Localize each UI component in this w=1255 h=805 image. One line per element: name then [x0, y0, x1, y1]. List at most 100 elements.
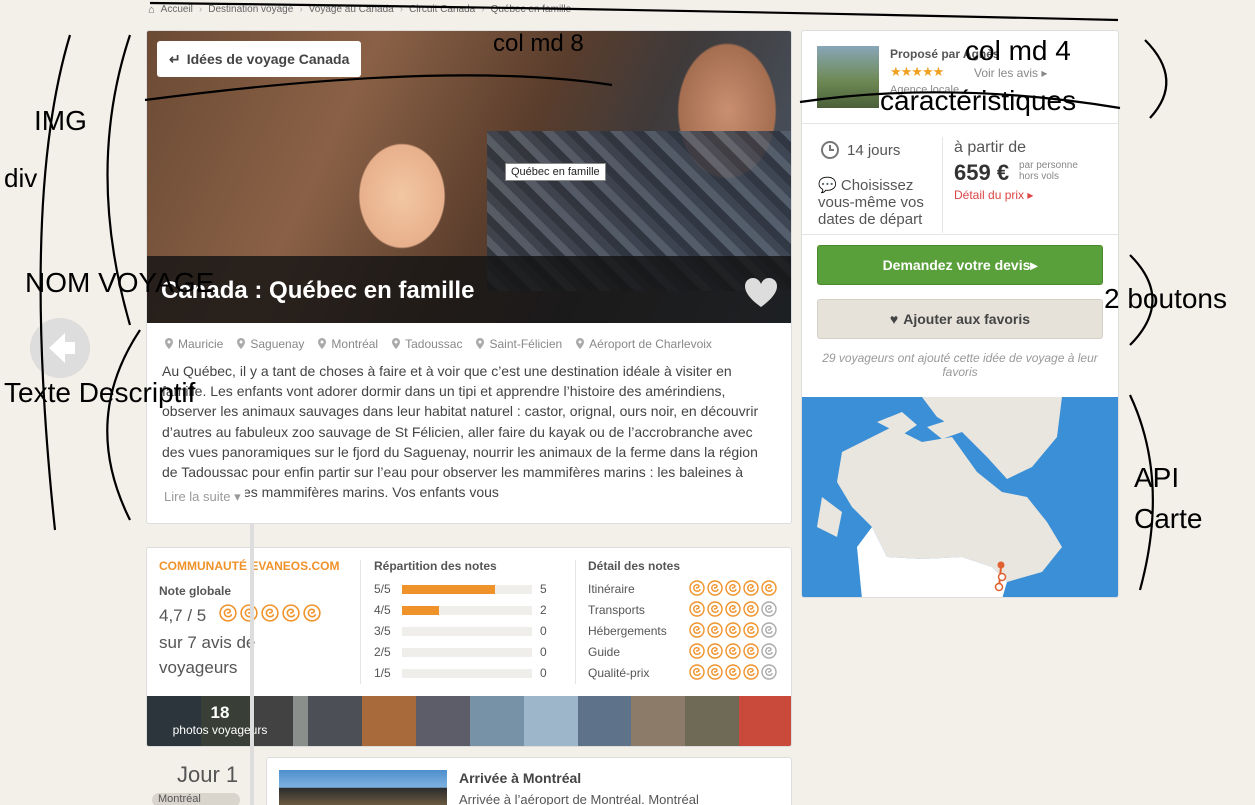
map-canvas[interactable]	[802, 397, 1119, 598]
breadcrumb-item[interactable]: Destination voyage	[208, 4, 293, 16]
favorites-count-note: 29 voyageurs ont ajouté cette idée de vo…	[822, 351, 1098, 379]
breadcrumb-item[interactable]: Voyage au Canada	[309, 4, 394, 16]
global-rating-icons	[219, 604, 321, 622]
map-pin-icon	[165, 338, 173, 349]
itinerary-timeline	[250, 524, 254, 805]
rating-filled-icon	[725, 622, 741, 638]
place-item[interactable]: Saint-Félicien	[476, 337, 562, 351]
map-marker	[997, 572, 1007, 582]
detail-label: Qualité-prix	[588, 666, 650, 680]
rating-filled-icon	[240, 604, 258, 622]
annotation-col-md-8: col md 8	[493, 30, 584, 57]
distribution-bar-track	[402, 627, 532, 636]
rating-filled-icon	[689, 622, 705, 638]
detail-row: Hébergements	[588, 621, 788, 642]
detail-label: Guide	[588, 645, 621, 659]
distribution-label: 3/5	[374, 624, 391, 638]
return-arrow-icon: ↵	[169, 50, 181, 67]
distribution-count: 0	[540, 645, 547, 659]
day-label: Jour 1	[177, 762, 239, 787]
annotation-2-boutons: 2 boutons	[1104, 283, 1227, 314]
distribution-count: 2	[540, 603, 547, 617]
back-button-label: Idées de voyage Canada	[186, 51, 350, 67]
breadcrumb-item[interactable]: Circuit Canada	[409, 4, 475, 16]
annotation-col-md-4: col md 4	[965, 35, 1071, 66]
map-pin-icon	[576, 338, 585, 349]
previous-arrow-icon[interactable]	[29, 317, 91, 379]
chevron-right-icon: ›	[399, 4, 404, 15]
distribution-row: 4/5 2	[374, 600, 549, 621]
distribution-count: 0	[540, 666, 547, 680]
divider	[575, 560, 576, 684]
rating-filled-icon	[707, 643, 723, 659]
annotation-texte-descriptif: Texte Descriptif	[4, 377, 196, 408]
agent-avatar[interactable]	[817, 46, 879, 108]
rating-filled-icon	[743, 664, 759, 680]
request-quote-button[interactable]: Demandez votre devis ▸	[817, 245, 1103, 285]
see-reviews-link[interactable]: Voir les avis ▸	[974, 66, 1047, 80]
add-to-favorites-button[interactable]: ♥ Ajouter aux favoris	[817, 299, 1103, 339]
price-detail-link[interactable]: Détail du prix ▸	[954, 188, 1033, 202]
detail-row: Guide	[588, 642, 788, 663]
rating-empty-icon	[761, 601, 777, 617]
place-item[interactable]: Montréal	[318, 337, 378, 351]
day-text: Arrivée à l’aéroport de Montréal. Montré…	[459, 792, 699, 805]
annotation-api: API	[1134, 462, 1180, 493]
rating-empty-icon	[761, 664, 777, 680]
rating-filled-icon	[743, 643, 759, 659]
distribution-count: 5	[540, 582, 547, 596]
trip-card: ↵ Idées de voyage Canada Québec en famil…	[146, 30, 792, 524]
distribution-bar-fill	[402, 585, 495, 594]
detail-rating-icons	[689, 601, 777, 617]
place-item[interactable]: Saguenay	[237, 337, 304, 351]
rating-empty-icon	[761, 643, 777, 659]
rating-filled-icon	[725, 580, 741, 596]
heart-icon[interactable]	[744, 277, 778, 309]
distribution-label: 2/5	[374, 645, 391, 659]
agent-rating-stars: ★★★★★	[890, 64, 944, 79]
rating-filled-icon	[743, 580, 759, 596]
trip-map[interactable]	[802, 397, 1119, 598]
day-image[interactable]	[279, 770, 447, 805]
distribution-bar-fill	[402, 606, 440, 615]
place-item[interactable]: Aéroport de Charlevoix	[576, 337, 712, 351]
place-item[interactable]: Mauricie	[165, 337, 223, 351]
annotation-caracteristiques: caractéristiques	[880, 85, 1077, 116]
alaska-shape	[817, 497, 842, 537]
global-rating-label: Note globale	[159, 584, 232, 598]
divider	[802, 234, 1118, 235]
rating-filled-icon	[725, 601, 741, 617]
annotation-img: IMG	[34, 105, 87, 136]
detail-label: Hébergements	[588, 624, 667, 638]
rating-filled-icon	[761, 580, 777, 596]
rating-filled-icon	[707, 580, 723, 596]
departure-dates-info: 💬 Choisissez vous-même vos dates de dépa…	[818, 177, 924, 228]
rating-filled-icon	[725, 664, 741, 680]
reviews-card: COMMUNAUTÉ EVANEOS.COM Note globale 4,7 …	[146, 547, 792, 747]
chevron-right-icon: ›	[198, 4, 203, 15]
rating-filled-icon	[689, 580, 705, 596]
detail-title: Détail des notes	[588, 559, 681, 573]
trip-duration: 14 jours	[820, 140, 900, 160]
home-icon[interactable]: ⌂	[148, 4, 155, 16]
read-more-link[interactable]: Lire la suite ▾	[161, 487, 245, 509]
rating-filled-icon	[282, 604, 300, 622]
detail-label: Itinéraire	[588, 582, 635, 596]
rating-filled-icon	[707, 622, 723, 638]
annotation-carte: Carte	[1134, 503, 1203, 534]
photo-count: 18	[210, 703, 230, 722]
day-card: Arrivée à Montréal Arrivée à l’aéroport …	[266, 757, 792, 805]
breadcrumb-item[interactable]: Accueil	[161, 4, 193, 16]
annotation-nom-voyage: NOM VOYAGE	[25, 267, 215, 298]
distribution-bar-track	[402, 585, 532, 594]
distribution-bar-track	[402, 606, 532, 615]
photo-count-overlay[interactable]: 18 photos voyageurs	[147, 696, 293, 746]
chevron-right-icon: ›	[299, 4, 303, 15]
distribution-label: 4/5	[374, 603, 391, 617]
place-item[interactable]: Tadoussac	[392, 337, 462, 351]
rating-filled-icon	[707, 664, 723, 680]
divider	[802, 123, 1118, 124]
divider	[360, 560, 361, 684]
back-to-ideas-button[interactable]: ↵ Idées de voyage Canada	[157, 41, 362, 77]
day-location-tag: Montréal	[152, 793, 240, 805]
